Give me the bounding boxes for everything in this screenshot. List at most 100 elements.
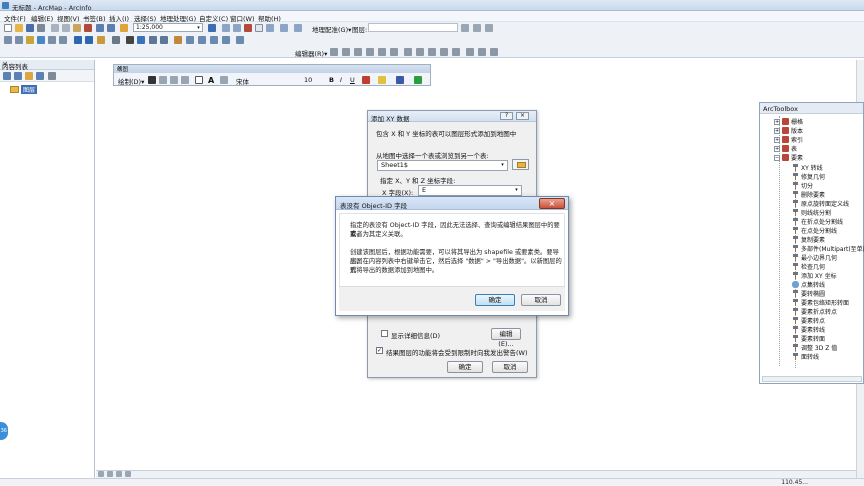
help-icon[interactable] <box>294 24 302 32</box>
pan-icon[interactable] <box>26 36 34 44</box>
forward-icon[interactable] <box>85 36 93 44</box>
cut-element-icon[interactable] <box>181 76 189 84</box>
zoom-out-icon[interactable] <box>15 36 23 44</box>
save-icon[interactable] <box>26 24 34 32</box>
chevron-down-icon[interactable]: ▾ <box>512 186 521 195</box>
close-button[interactable]: × <box>539 198 565 209</box>
text-a-icon[interactable]: A <box>208 76 216 85</box>
edit-annotation-icon[interactable] <box>342 48 350 56</box>
new-document-icon[interactable] <box>4 24 12 32</box>
toolbox-horizontal-scrollbar[interactable] <box>762 376 862 382</box>
identify-icon[interactable] <box>137 36 145 44</box>
show-details-checkbox[interactable] <box>381 330 388 337</box>
bold-button[interactable]: B <box>329 76 334 84</box>
select-pointer-icon[interactable] <box>148 76 156 84</box>
full-extent-icon[interactable] <box>37 36 45 44</box>
tool-item[interactable]: 检查几何 <box>792 262 825 271</box>
font-size-combo[interactable]: 10 <box>304 76 312 84</box>
toolbox-group-table[interactable]: + 表 <box>774 144 797 153</box>
arctoolbox-icon[interactable] <box>244 24 252 32</box>
tool-item[interactable]: 则线统分割 <box>792 208 831 217</box>
layer-combo[interactable] <box>368 23 458 32</box>
browse-button[interactable] <box>512 159 529 170</box>
font-combo[interactable]: 宋体 <box>236 76 249 86</box>
expand-icon[interactable]: + <box>774 145 780 152</box>
expand-icon[interactable]: + <box>774 127 780 134</box>
find-route-icon[interactable] <box>198 36 206 44</box>
measure-icon[interactable] <box>174 36 182 44</box>
go-to-xy-icon[interactable] <box>210 36 218 44</box>
tool-item[interactable]: 面转线 <box>792 352 819 361</box>
expand-icon[interactable]: + <box>774 136 780 143</box>
toolbox-group-version[interactable]: + 版本 <box>774 126 803 135</box>
list-by-selection-icon[interactable] <box>36 72 44 80</box>
refresh-icon[interactable] <box>116 471 122 477</box>
trace-icon[interactable] <box>378 48 386 56</box>
fill-color-icon[interactable] <box>378 76 386 84</box>
list-by-source-icon[interactable] <box>14 72 22 80</box>
tool-item[interactable]: 要素转线 <box>792 325 825 334</box>
redo-icon[interactable] <box>107 24 115 32</box>
open-folder-icon[interactable] <box>15 24 23 32</box>
cancel-button[interactable]: 取消 <box>521 294 561 306</box>
hyperlink-icon[interactable] <box>149 36 157 44</box>
add-data-icon[interactable] <box>120 24 128 32</box>
create-viewer-icon[interactable] <box>236 36 244 44</box>
straight-segment-icon[interactable] <box>354 48 362 56</box>
layout-view-icon[interactable] <box>107 471 113 477</box>
find-icon[interactable] <box>186 36 194 44</box>
tool-item[interactable]: 要素包络矩形转面 <box>792 298 849 307</box>
python-window-icon[interactable] <box>255 24 263 32</box>
html-popup-icon[interactable] <box>160 36 168 44</box>
x-field-combo[interactable]: E ▾ <box>418 185 522 196</box>
link-icon[interactable] <box>485 24 493 32</box>
sketch-properties-icon[interactable] <box>478 48 486 56</box>
rotate-element-icon[interactable] <box>159 76 167 84</box>
tool-item[interactable]: 多部件(Multipart)至单部 <box>792 244 864 253</box>
delete-icon[interactable] <box>84 24 92 32</box>
help-button[interactable]: ? <box>500 112 513 120</box>
tool-item[interactable]: 在折点处分割线 <box>792 217 843 226</box>
reshape-icon[interactable] <box>416 48 424 56</box>
select-by-graphics-icon[interactable] <box>97 36 105 44</box>
drawing-toolbar-header[interactable]: 绘图 × <box>114 64 430 73</box>
rectangle-icon[interactable] <box>195 76 203 84</box>
list-by-drawing-order-icon[interactable] <box>3 72 11 80</box>
rotate-edit-icon[interactable] <box>452 48 460 56</box>
tool-item[interactable]: 要素折点转点 <box>792 307 837 316</box>
editor-toolbar-icon[interactable] <box>208 24 216 32</box>
expand-icon[interactable]: + <box>774 118 780 125</box>
data-view-icon[interactable] <box>98 471 104 477</box>
clear-selection-icon[interactable] <box>112 36 120 44</box>
underline-button[interactable]: U <box>350 76 355 84</box>
table-combo[interactable]: Sheet1$ ▾ <box>377 160 508 171</box>
attributes-icon[interactable] <box>466 48 474 56</box>
options-icon[interactable] <box>48 72 56 80</box>
cut-polygons-icon[interactable] <box>428 48 436 56</box>
point-icon[interactable] <box>390 48 398 56</box>
list-by-visibility-icon[interactable] <box>25 72 33 80</box>
back-icon[interactable] <box>74 36 82 44</box>
floating-side-tab[interactable]: 36 <box>0 422 8 440</box>
tool-item[interactable]: 删除要素 <box>792 190 825 199</box>
toolbox-group-index[interactable]: + 索引 <box>774 135 803 144</box>
drawing-menu[interactable]: 绘制(D)▾ <box>118 76 144 86</box>
tool-item[interactable]: 切分 <box>792 181 813 190</box>
close-icon[interactable]: × <box>117 64 428 72</box>
edit-vertices-icon[interactable] <box>404 48 412 56</box>
cut-icon[interactable] <box>51 24 59 32</box>
end-point-arc-icon[interactable] <box>366 48 374 56</box>
catalog-icon[interactable] <box>233 24 241 32</box>
fixed-zoom-in-icon[interactable] <box>48 36 56 44</box>
search-window-icon[interactable] <box>266 24 274 32</box>
edit-button[interactable]: 编辑(E)... <box>491 328 521 348</box>
edit-vertices-icon[interactable] <box>220 76 228 84</box>
model-builder-icon[interactable] <box>280 24 288 32</box>
toolbox-group-raster[interactable]: + 栅格 <box>774 117 803 126</box>
tool-item[interactable]: 要素转面 <box>792 334 825 343</box>
marker-color-icon[interactable] <box>414 76 422 84</box>
split-icon[interactable] <box>440 48 448 56</box>
zoom-to-selected-icon[interactable] <box>170 76 178 84</box>
warn-checkbox[interactable]: ✓ <box>376 347 383 354</box>
close-button[interactable]: × <box>516 112 529 120</box>
